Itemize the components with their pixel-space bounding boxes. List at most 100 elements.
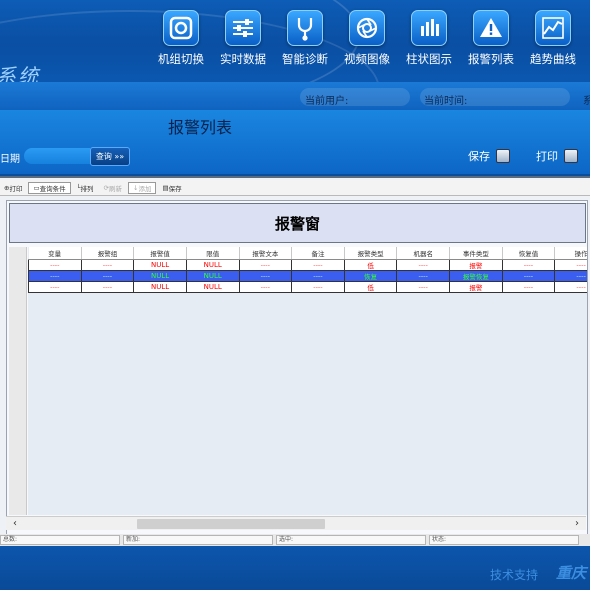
col-header[interactable]: 限值: [186, 247, 240, 260]
cell: ----: [291, 258, 345, 271]
col-header[interactable]: 恢复值: [502, 247, 556, 260]
row-header-gutter: [9, 247, 27, 515]
cell: 低: [343, 280, 398, 293]
diagnosis-icon: [287, 10, 323, 46]
cell: ----: [501, 269, 556, 282]
alarm-table: 变量 报警组 报警值 限值 报警文本 备注 报警类型 机器名 事件类型 恢复值 …: [28, 247, 587, 293]
cell: 低: [343, 258, 398, 271]
grid-statusbar: 总数: 新加: 选中: 状态:: [0, 534, 590, 546]
nav-realtime-data[interactable]: 实时数据: [212, 10, 274, 72]
info-right-label: 系: [583, 96, 590, 107]
nav-label: 视频图像: [344, 52, 390, 66]
date-input[interactable]: [24, 148, 90, 164]
cell: ----: [501, 258, 556, 271]
cell: NULL: [133, 280, 187, 293]
cell: ----: [396, 258, 450, 271]
cell: ----: [28, 258, 82, 271]
cell: ----: [501, 280, 556, 293]
status-new: 新加:: [123, 535, 273, 545]
col-header[interactable]: 报警类型: [344, 247, 398, 260]
nav-trend-curve[interactable]: 趋势曲线: [522, 10, 584, 72]
current-user-label: 当前用户:: [305, 96, 349, 107]
toolbar-save[interactable]: ▤ 保存: [158, 182, 185, 194]
grid-toolbar: ⊕ 打印 ▭ 查询条件 └ 排列 ⟳ 刷新 ↓ 添加 ▤ 保存: [0, 180, 590, 196]
status-state: 状态:: [429, 535, 579, 545]
nav-label: 实时数据: [220, 52, 266, 66]
alarm-panel: 报警窗 变量 报警组 报警值 限值 报警文本 备注 报警类型 机器名 事件类型 …: [6, 200, 588, 542]
print-button[interactable]: 打印: [536, 148, 578, 164]
table-row[interactable]: ---- ---- NULL NULL ---- ---- 恢复 ---- 报警…: [28, 269, 587, 282]
col-header[interactable]: 报警组: [81, 247, 135, 260]
scroll-right-icon[interactable]: ›: [570, 517, 584, 531]
current-time-label: 当前时间:: [424, 96, 468, 107]
cell: ----: [80, 280, 135, 293]
save-button[interactable]: 保存: [468, 148, 510, 164]
nav-label: 智能诊断: [282, 52, 328, 66]
cell: ----: [396, 280, 450, 293]
alarm-window: ⊕ 打印 ▭ 查询条件 └ 排列 ⟳ 刷新 ↓ 添加 ▤ 保存 报警窗 变量 报…: [0, 176, 590, 546]
toolbar-query-conditions[interactable]: ▭ 查询条件: [28, 181, 71, 194]
status-total: 总数:: [0, 535, 120, 545]
col-header[interactable]: 变量: [28, 247, 82, 260]
save-icon: [496, 149, 510, 163]
cell: NULL: [185, 269, 240, 282]
cell: ----: [238, 269, 293, 282]
save-label: 保存: [468, 150, 490, 163]
col-header[interactable]: 操作: [554, 247, 587, 260]
toolbar-sort[interactable]: └ 排列: [73, 182, 98, 194]
cell: ----: [238, 258, 293, 271]
col-header[interactable]: 报警文本: [239, 247, 293, 260]
cell: ----: [80, 258, 135, 271]
cell: ----: [291, 280, 345, 293]
tech-support-label: 技术支持: [490, 568, 539, 582]
date-label: 日期: [0, 154, 20, 165]
table-row[interactable]: ---- ---- NULL NULL ---- ---- 低 ---- 报警 …: [28, 280, 587, 293]
cell: 报警恢复: [449, 269, 503, 282]
cell: ----: [554, 280, 587, 293]
alarm-list-icon: [473, 10, 509, 46]
page-title: 报警列表: [168, 118, 233, 137]
nav-diagnosis[interactable]: 智能诊断: [274, 10, 336, 72]
nav-video[interactable]: 视频图像: [336, 10, 398, 72]
nav-label: 趋势曲线: [530, 52, 576, 66]
main-nav: 机组切换 实时数据 智能诊断 视频图像 柱状图示 报警列表 趋势曲线: [150, 10, 584, 72]
cell: ----: [28, 269, 82, 282]
toolbar-print[interactable]: ⊕ 打印: [0, 182, 26, 194]
scroll-left-icon[interactable]: ‹: [8, 517, 22, 531]
cell: ----: [80, 269, 135, 282]
trend-curve-icon: [535, 10, 571, 46]
toolbar-add[interactable]: ↓ 添加: [127, 181, 157, 194]
footer-brand: 重庆: [556, 564, 587, 582]
nav-bar-chart[interactable]: 柱状图示: [398, 10, 460, 72]
cell: 恢复: [343, 269, 398, 282]
horizontal-scrollbar[interactable]: ‹ ›: [6, 516, 586, 530]
col-header[interactable]: 报警值: [133, 247, 187, 260]
table-header-row: 变量 报警组 报警值 限值 报警文本 备注 报警类型 机器名 事件类型 恢复值 …: [28, 247, 587, 260]
col-header[interactable]: 事件类型: [449, 247, 503, 260]
nav-alarm-list[interactable]: 报警列表: [460, 10, 522, 72]
col-header[interactable]: 机器名: [396, 247, 450, 260]
system-title: 系统: [0, 64, 40, 82]
title-area: 报警列表 日期 查询 »» 保存 打印: [0, 110, 590, 174]
cell: ----: [238, 280, 293, 293]
cell: ----: [291, 269, 345, 282]
nav-unit-switch[interactable]: 机组切换: [150, 10, 212, 72]
nav-label: 报警列表: [468, 52, 514, 66]
col-header[interactable]: 备注: [291, 247, 345, 260]
cell: NULL: [133, 258, 187, 271]
footer: 技术支持 重庆: [0, 546, 590, 590]
print-label: 打印: [536, 150, 558, 163]
scroll-thumb[interactable]: [137, 519, 325, 529]
query-button[interactable]: 查询 »»: [90, 147, 130, 166]
info-bar: 当前用户: 当前时间: 系: [0, 82, 590, 110]
table-row[interactable]: ---- ---- NULL NULL ---- ---- 低 ---- 报警 …: [28, 258, 587, 271]
alarm-window-title: 报警窗: [9, 203, 586, 243]
unit-switch-icon: [163, 10, 199, 46]
header: 系统 机组切换 实时数据 智能诊断 视频图像 柱状图示 报警列表 趋势曲线: [0, 0, 590, 82]
cell: ----: [554, 258, 587, 271]
cell: NULL: [185, 280, 240, 293]
video-icon: [349, 10, 385, 46]
printer-icon: [564, 149, 578, 163]
cell: 报警: [449, 280, 503, 293]
toolbar-refresh[interactable]: ⟳ 刷新: [100, 182, 126, 194]
